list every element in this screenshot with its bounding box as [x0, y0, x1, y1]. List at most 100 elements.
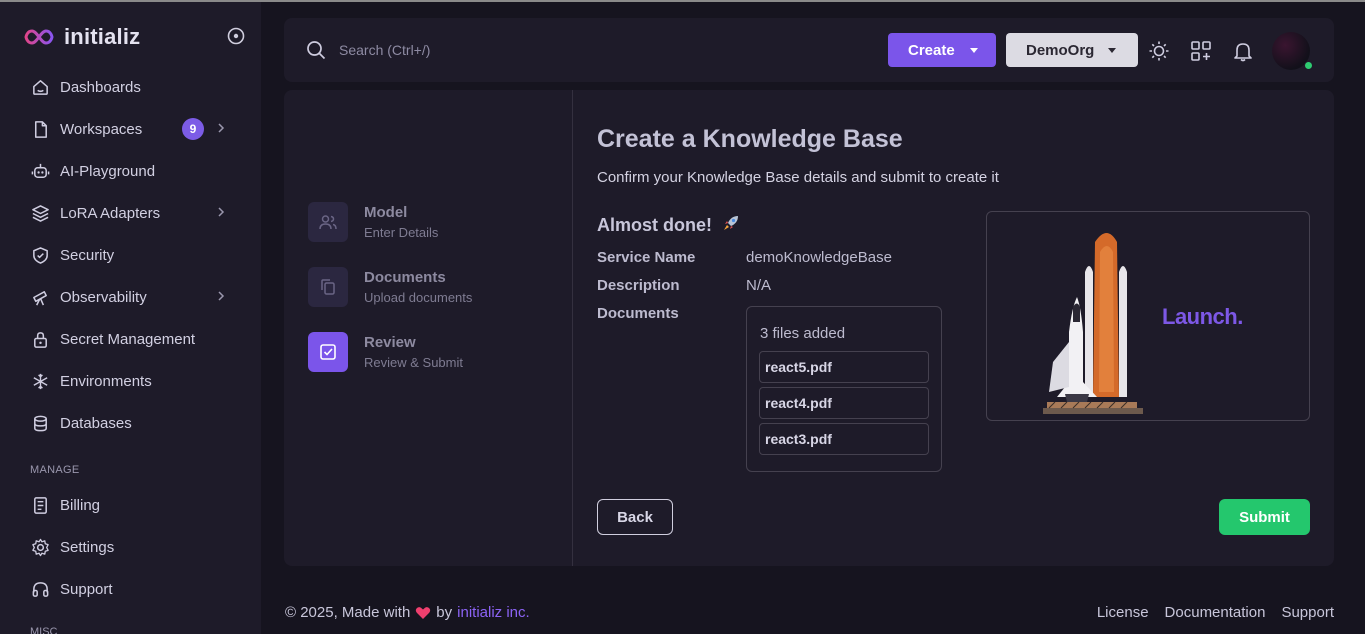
step-title: Review [364, 334, 416, 351]
file-item: react3.pdf [759, 423, 929, 455]
documents-list-box: 3 files added react5.pdf react4.pdf reac… [746, 306, 942, 472]
file-item: react4.pdf [759, 387, 929, 419]
copy-icon [321, 279, 335, 295]
shield-icon [33, 246, 48, 264]
submit-button[interactable]: Submit [1219, 499, 1310, 535]
sidebar-item-observability[interactable]: Observability [0, 276, 261, 318]
brand[interactable]: initializ [24, 24, 140, 50]
org-switcher-label: DemoOrg [1026, 41, 1095, 59]
create-button-label: Create [908, 41, 955, 59]
page-subtitle: Confirm your Knowledge Base details and … [597, 169, 999, 186]
apps-grid-icon[interactable] [1190, 40, 1212, 62]
sidebar-item-billing[interactable]: Billing [0, 484, 261, 526]
sidebar-item-label: Support [60, 580, 113, 598]
chevron-right-icon [218, 207, 225, 217]
wizard-card: Model Enter Details Documents Upload doc… [284, 90, 1334, 566]
almost-done-text: Almost done! [597, 215, 712, 235]
sidebar-item-label: LoRA Adapters [60, 204, 161, 222]
step-subtitle: Upload documents [364, 290, 473, 305]
steps-divider [572, 90, 573, 566]
file-icon [34, 120, 47, 138]
company-link[interactable]: initializ inc. [457, 604, 530, 621]
service-name-label: Service Name [597, 249, 696, 266]
workspaces-count-badge: 9 [182, 118, 204, 140]
launch-wordmark: Launch. [1162, 304, 1243, 329]
search-input[interactable]: Search (Ctrl+/) [339, 42, 430, 58]
home-icon [33, 79, 48, 95]
sidebar-item-workspaces[interactable]: Workspaces 9 [0, 108, 261, 150]
sidebar-item-label: Secret Management [60, 330, 196, 348]
step-subtitle: Review & Submit [364, 355, 463, 370]
caret-down-icon [1108, 48, 1116, 53]
step-model-icon-box [308, 202, 348, 242]
service-name-value: demoKnowledgeBase [746, 249, 892, 266]
collapse-sidebar-icon[interactable] [227, 27, 245, 45]
step-subtitle: Enter Details [364, 225, 439, 240]
rocket-icon [724, 216, 739, 230]
sidebar-item-security[interactable]: Security [0, 234, 261, 276]
sidebar-item-lora-adapters[interactable]: LoRA Adapters [0, 192, 261, 234]
sidebar-item-label: Databases [60, 414, 132, 432]
telescope-icon [33, 290, 47, 305]
users-icon [319, 215, 337, 230]
footer-links: License Documentation Support [1097, 604, 1334, 621]
sidebar-item-label: Settings [60, 538, 115, 556]
description-label: Description [597, 277, 680, 294]
documentation-link[interactable]: Documentation [1165, 604, 1266, 621]
headset-icon [32, 581, 49, 597]
org-switcher-button[interactable]: DemoOrg [1006, 33, 1138, 67]
sidebar-item-label: Dashboards [60, 78, 141, 96]
sidebar-item-label: Environments [60, 372, 152, 390]
robot-icon [31, 163, 50, 178]
bell-icon[interactable] [1232, 40, 1254, 62]
description-value: N/A [746, 277, 772, 294]
search-icon[interactable] [306, 40, 326, 60]
license-link[interactable]: License [1097, 604, 1149, 621]
lock-icon [34, 331, 47, 348]
copyright-text: © 2025, Made with [285, 604, 411, 621]
manage-section-label: MANAGE [30, 464, 80, 476]
step-documents-icon-box [308, 267, 348, 307]
gear-icon [32, 538, 49, 556]
sidebar-item-label: Billing [60, 496, 101, 514]
sidebar: initializ Dashboards Workspaces 9 AI-Pla… [0, 2, 261, 634]
sidebar-item-databases[interactable]: Databases [0, 402, 261, 444]
step-title: Documents [364, 269, 446, 286]
snowflake-icon [33, 373, 48, 389]
sidebar-item-support[interactable]: Support [0, 568, 261, 610]
database-icon [34, 415, 47, 431]
sidebar-item-dashboards[interactable]: Dashboards [0, 66, 261, 108]
page-title: Create a Knowledge Base [597, 125, 903, 153]
online-status-dot [1304, 61, 1313, 70]
step-title: Model [364, 204, 408, 221]
sidebar-nav: Dashboards Workspaces 9 AI-Playground Lo… [0, 66, 261, 610]
footer-copyright: © 2025, Made with by initializ inc. [285, 604, 530, 621]
launch-illustration: Launch. [986, 211, 1310, 421]
sun-icon[interactable] [1148, 40, 1170, 62]
step-review-icon-box [308, 332, 348, 372]
chevron-right-icon [218, 123, 225, 133]
sidebar-item-ai-playground[interactable]: AI-Playground [0, 150, 261, 192]
checkbox-checked-icon [320, 344, 336, 360]
file-item: react5.pdf [759, 351, 929, 383]
step-documents[interactable]: Documents Upload documents [308, 267, 472, 307]
misc-section-label: MISC [30, 626, 58, 634]
receipt-icon [34, 496, 47, 514]
sidebar-item-label: Observability [60, 288, 147, 306]
almost-done-heading: Almost done! [597, 213, 741, 236]
chevron-right-icon [218, 291, 225, 301]
back-button[interactable]: Back [597, 499, 673, 535]
caret-down-icon [970, 48, 978, 53]
sidebar-item-environments[interactable]: Environments [0, 360, 261, 402]
step-review[interactable]: Review Review & Submit [308, 332, 463, 372]
create-button[interactable]: Create [888, 33, 996, 67]
sidebar-item-secret-management[interactable]: Secret Management [0, 318, 261, 360]
support-link[interactable]: Support [1281, 604, 1334, 621]
documents-label: Documents [597, 305, 679, 322]
step-model[interactable]: Model Enter Details [308, 202, 438, 242]
sidebar-item-label: AI-Playground [60, 162, 156, 180]
heart-icon [416, 606, 431, 619]
sidebar-item-label: Security [60, 246, 115, 264]
sidebar-item-settings[interactable]: Settings [0, 526, 261, 568]
files-count: 3 files added [760, 325, 846, 342]
